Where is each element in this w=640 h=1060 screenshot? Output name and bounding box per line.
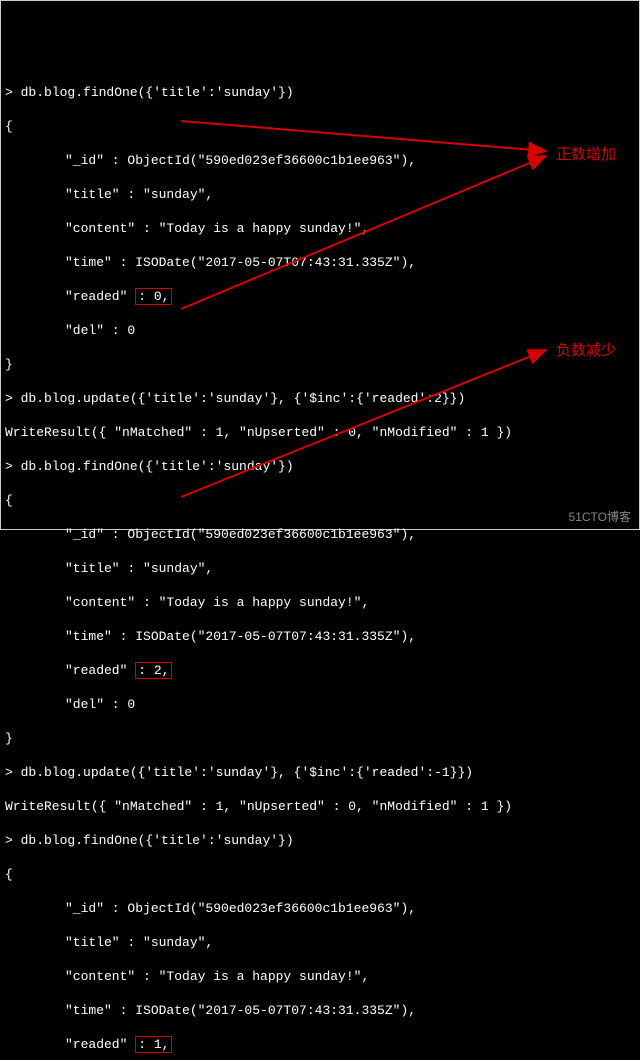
cmd-update-3: db.blog.update({'title':'sunday'}, {'$in… [21,765,473,780]
readed-label-1: "readed" [65,289,135,304]
content-line-1: "content" : "Today is a happy sunday!", [5,220,635,237]
time-line-1: "time" : ISODate("2017-05-07T07:43:31.33… [5,254,635,271]
write-result-2: WriteResult({ "nMatched" : 1, "nUpserted… [5,424,635,441]
brace-close: } [5,356,635,373]
terminal-output: > db.blog.findOne({'title':'sunday'}) { … [1,61,639,1060]
title-line-2: "title" : "sunday", [5,560,635,577]
readed-label-2: "readed" [65,663,135,678]
content-line-2: "content" : "Today is a happy sunday!", [5,594,635,611]
readed-box-1: : 0, [135,288,172,305]
id-line-2: "_id" : ObjectId("590ed023ef36600c1b1ee9… [5,526,635,543]
readed-box-2: : 2, [135,662,172,679]
cmd-find-1: db.blog.findOne({'title':'sunday'}) [21,85,294,100]
readed-label-3: "readed" [65,1037,135,1052]
del-line-1: "del" : 0 [5,322,635,339]
cmd-find-2: db.blog.findOne({'title':'sunday'}) [21,459,294,474]
del-line-2: "del" : 0 [5,696,635,713]
annotation-increment: 正数增加 [556,143,616,164]
brace-open: { [5,492,635,509]
title-line-1: "title" : "sunday", [5,186,635,203]
content-line-3: "content" : "Today is a happy sunday!", [5,968,635,985]
id-line-3: "_id" : ObjectId("590ed023ef36600c1b1ee9… [5,900,635,917]
annotation-decrement: 负数减少 [556,339,616,360]
title-line-3: "title" : "sunday", [5,934,635,951]
prompt: > [5,833,21,848]
time-line-3: "time" : ISODate("2017-05-07T07:43:31.33… [5,1002,635,1019]
readed-box-3: : 1, [135,1036,172,1053]
write-result-3: WriteResult({ "nMatched" : 1, "nUpserted… [5,798,635,815]
brace-open: { [5,118,635,135]
prompt: > [5,765,21,780]
prompt: > [5,391,21,406]
brace-open: { [5,866,635,883]
cmd-find-3: db.blog.findOne({'title':'sunday'}) [21,833,294,848]
cmd-update-2: db.blog.update({'title':'sunday'}, {'$in… [21,391,466,406]
prompt: > [5,459,21,474]
watermark: 51CTO博客 [569,508,631,525]
time-line-2: "time" : ISODate("2017-05-07T07:43:31.33… [5,628,635,645]
prompt: > [5,85,21,100]
brace-close: } [5,730,635,747]
id-line-1: "_id" : ObjectId("590ed023ef36600c1b1ee9… [5,152,635,169]
